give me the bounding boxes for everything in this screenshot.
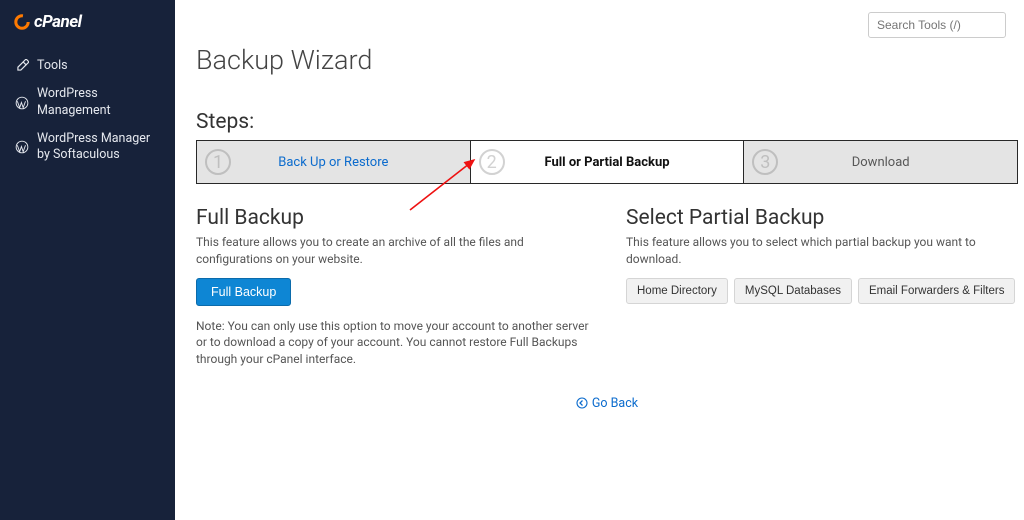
partial-backup-section: Select Partial Backup This feature allow… [624, 206, 1018, 368]
step-full-or-partial[interactable]: 2 Full or Partial Backup [470, 141, 744, 183]
go-back-row: Go Back [196, 396, 1018, 414]
partial-backup-title: Select Partial Backup [626, 206, 1018, 230]
page-title: Backup Wizard [196, 44, 1019, 76]
content-row: Full Backup This feature allows you to c… [196, 206, 1018, 368]
steps-row: 1 Back Up or Restore 2 Full or Partial B… [196, 140, 1018, 184]
partial-backup-desc: This feature allows you to select which … [626, 234, 1018, 268]
full-backup-section: Full Backup This feature allows you to c… [196, 206, 624, 368]
sidebar-nav: Tools WordPress Management WordPress Man… [0, 40, 175, 169]
brand-text: cPanel [34, 12, 81, 32]
sidebar: cPanel Tools WordPress Management WordPr… [0, 0, 175, 520]
steps-heading: Steps: [196, 110, 1019, 134]
step-label: Back Up or Restore [278, 155, 388, 170]
arrow-left-circle-icon [576, 397, 588, 409]
step-label: Full or Partial Backup [544, 155, 669, 170]
partial-backup-options: Home Directory MySQL Databases Email For… [626, 278, 1018, 304]
sidebar-item-label: WordPress Management [37, 86, 161, 119]
sidebar-item-wp-manager-softaculous[interactable]: WordPress Manager by Softaculous [0, 125, 175, 170]
wrench-icon [14, 58, 30, 74]
wordpress-icon [14, 139, 30, 155]
sidebar-item-label: WordPress Manager by Softaculous [37, 131, 161, 164]
step-label: Download [852, 155, 910, 170]
partial-home-directory-button[interactable]: Home Directory [626, 278, 728, 304]
cpanel-c-icon [14, 14, 30, 30]
sidebar-item-tools[interactable]: Tools [0, 52, 175, 80]
step-number: 3 [752, 149, 778, 175]
brand-logo[interactable]: cPanel [0, 0, 175, 40]
main-content: Backup Wizard Steps: 1 Back Up or Restor… [196, 44, 1019, 520]
full-backup-desc: This feature allows you to create an arc… [196, 234, 602, 268]
full-backup-title: Full Backup [196, 206, 602, 230]
search-input[interactable] [868, 12, 1006, 38]
go-back-label: Go Back [592, 396, 638, 411]
wordpress-icon [14, 95, 30, 111]
sidebar-item-label: Tools [37, 58, 68, 74]
full-backup-note: Note: You can only use this option to mo… [196, 318, 602, 368]
go-back-link[interactable]: Go Back [576, 396, 638, 411]
search-tools [868, 12, 1006, 38]
step-download[interactable]: 3 Download [743, 141, 1017, 183]
step-backup-or-restore[interactable]: 1 Back Up or Restore [197, 141, 470, 183]
partial-mysql-databases-button[interactable]: MySQL Databases [734, 278, 852, 304]
partial-email-forwarders-button[interactable]: Email Forwarders & Filters [858, 278, 1015, 304]
full-backup-button[interactable]: Full Backup [196, 278, 291, 306]
step-number: 2 [479, 149, 505, 175]
sidebar-item-wp-management[interactable]: WordPress Management [0, 80, 175, 125]
step-number: 1 [205, 149, 231, 175]
